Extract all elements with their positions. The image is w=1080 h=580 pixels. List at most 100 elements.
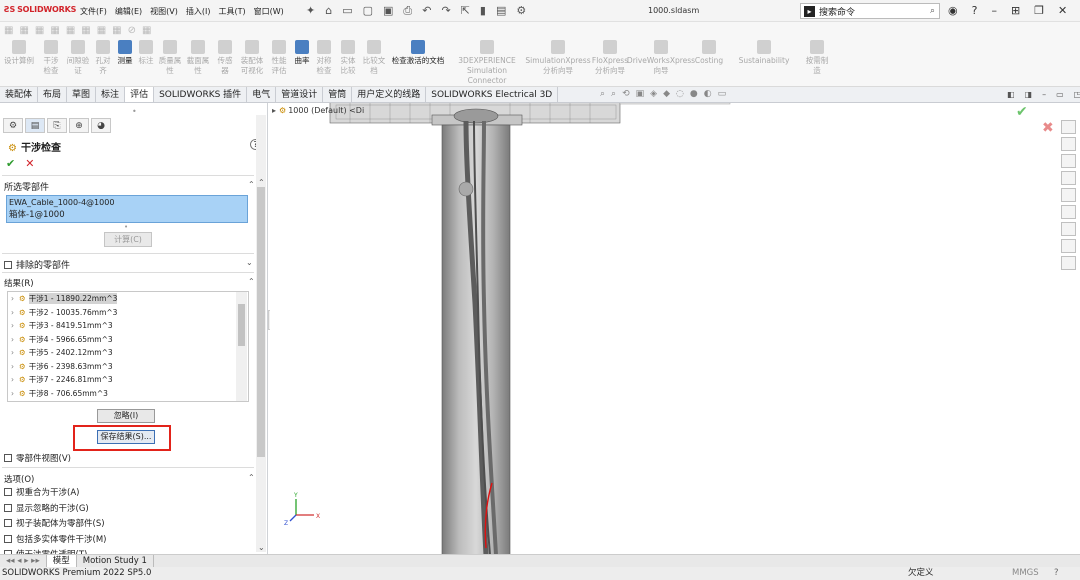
expand-arrow-icon[interactable]: › [11, 335, 19, 344]
command-tab[interactable]: 装配体 [0, 87, 39, 102]
ribbon-button[interactable]: 质量属性 [156, 40, 184, 86]
view-palette-icon[interactable] [1061, 171, 1076, 185]
ok-check-icon[interactable]: ✔ [6, 157, 15, 170]
display-manager-tab-icon[interactable]: ◕ [91, 118, 111, 133]
scroll-down-icon[interactable]: ⌄ [258, 543, 265, 552]
menu-item[interactable]: 文件(F) [80, 6, 107, 17]
option-row[interactable]: 视重合为干涉(A) [4, 486, 106, 502]
command-tab[interactable]: 管道设计 [276, 87, 324, 102]
ribbon-button[interactable]: Costing [692, 40, 726, 86]
save-icon[interactable]: ▣ [383, 4, 393, 18]
option-row[interactable]: 显示忽略的干涉(G) [4, 502, 106, 518]
user-icon[interactable]: ◉ [948, 4, 958, 17]
option-row[interactable]: 视子装配体为零部件(S) [4, 517, 106, 533]
ribbon-button[interactable]: 按需制造 [802, 40, 832, 86]
ribbon-button[interactable]: 对称检查 [312, 40, 336, 86]
restore-icon[interactable]: ❐ [1034, 4, 1044, 17]
expand-arrow-icon[interactable]: › [11, 362, 19, 371]
command-tab[interactable]: 布局 [38, 87, 68, 102]
ribbon-button[interactable]: 曲率 [292, 40, 312, 86]
minimize-icon[interactable]: – [991, 4, 997, 17]
ribbon-button[interactable]: FloXpress 分析向导 [590, 40, 630, 86]
command-tab[interactable]: 标注 [96, 87, 126, 102]
collapse-chevron-icon[interactable]: ⌃ [248, 473, 255, 482]
previous-view-icon[interactable]: ⟲ [622, 89, 630, 99]
ribbon-button[interactable]: DriveWorksXpress 向导 [627, 40, 695, 86]
menu-item[interactable]: 插入(I) [186, 6, 211, 17]
collapse-chevron-icon[interactable]: ⌃ [248, 180, 255, 189]
file-explorer-icon[interactable] [1061, 154, 1076, 168]
command-tab[interactable]: 用户定义的线路 [352, 87, 427, 102]
scroll-up-icon[interactable]: ⌃ [258, 178, 265, 187]
selected-item[interactable]: EWA_Cable_1000-4@1000 [9, 197, 245, 209]
panel-grip-icon[interactable]: • [132, 107, 137, 116]
result-item[interactable]: › ⚙ 干涉5 - 2402.12mm^3 [8, 346, 248, 360]
ribbon-button[interactable]: 3DEXPERIENCE Simulation Connector [448, 40, 526, 86]
command-tab[interactable]: 评估 [125, 87, 155, 102]
menu-item[interactable]: 工具(T) [218, 6, 245, 17]
viewport-restore-icon[interactable]: ▭ [1056, 90, 1064, 99]
ribbon-button[interactable]: 性能评估 [266, 40, 292, 86]
results-scrollbar[interactable] [236, 292, 247, 401]
result-item[interactable]: › ⚙ 干涉8 - 706.65mm^3 [8, 387, 248, 401]
command-tab[interactable]: SOLIDWORKS 插件 [154, 87, 248, 102]
calculate-button[interactable]: 计算(C) [104, 232, 152, 247]
ribbon-button[interactable]: 截面属性 [184, 40, 212, 86]
home-icon[interactable]: ⌂ [325, 4, 332, 18]
new-icon[interactable]: ▭ [342, 4, 352, 18]
command-tab[interactable]: SOLIDWORKS Electrical 3D [426, 87, 559, 102]
ribbon-button[interactable]: 装配体可视化 [238, 40, 266, 86]
confirm-ok-icon[interactable]: ✔ [1016, 104, 1028, 120]
result-item[interactable]: › ⚙ 干涉2 - 10035.76mm^3 [8, 306, 248, 320]
ribbon-button[interactable]: 干涉检查 [38, 40, 64, 86]
ribbon-button[interactable]: 实体比较 [336, 40, 360, 86]
hide-show-icon[interactable]: ◌ [676, 89, 684, 99]
options-gear-icon[interactable]: ⚙ [516, 4, 526, 18]
expand-arrow-icon[interactable]: › [11, 308, 19, 317]
electrical-icon[interactable] [1061, 256, 1076, 270]
zoom-area-icon[interactable]: ⌕ [611, 89, 616, 99]
app-logo[interactable]: ƧS SOLIDWORKS [4, 5, 76, 14]
result-item[interactable]: › ⚙ 干涉4 - 5966.65mm^3 [8, 333, 248, 347]
select-icon[interactable]: ⇱ [461, 4, 470, 18]
menu-item[interactable]: 编辑(E) [115, 6, 142, 17]
command-tab[interactable]: 电气 [247, 87, 277, 102]
viewport-close-icon[interactable]: ◳ [1074, 90, 1080, 99]
tree-expand-icon[interactable]: ▸ [272, 106, 276, 115]
confirm-cancel-icon[interactable]: ✖ [1042, 120, 1054, 136]
ribbon-button[interactable]: 比较文档 [360, 40, 388, 86]
redo-icon[interactable]: ↷ [441, 4, 450, 18]
expand-arrow-icon[interactable]: › [11, 294, 19, 303]
search-commands-input[interactable]: ▸ 搜索命令 ⌕ [800, 3, 940, 19]
viewport-tile-icon[interactable]: ◨ [1025, 90, 1033, 99]
cancel-x-icon[interactable]: ✕ [25, 157, 34, 170]
status-help-icon[interactable]: ? [1054, 567, 1059, 580]
feature-manager-tab-icon[interactable]: ⚙ [3, 118, 23, 133]
3d-content-icon[interactable] [1061, 222, 1076, 236]
design-library-icon[interactable] [1061, 137, 1076, 151]
section-view-icon[interactable]: ▣ [636, 89, 645, 99]
scrollbar-thumb[interactable] [238, 304, 245, 346]
selected-item[interactable]: 箱体-1@1000 [9, 209, 245, 221]
result-item[interactable]: › ⚙ 干涉3 - 8419.51mm^3 [8, 319, 248, 333]
expand-chevron-icon[interactable]: ⌄ [246, 258, 253, 267]
sw-resources-icon[interactable] [1061, 120, 1076, 134]
scene-icon[interactable]: ◐ [704, 89, 712, 99]
tab-model[interactable]: 模型 [46, 555, 77, 567]
excluded-checkbox[interactable] [4, 261, 12, 269]
menu-item[interactable]: 视图(V) [150, 6, 178, 17]
ribbon-button[interactable]: 设计算例 [0, 40, 38, 86]
graphics-viewport[interactable]: Y X Z [270, 103, 1080, 554]
ribbon-button[interactable]: 传感器 [212, 40, 238, 86]
viewport-minimize-icon[interactable]: – [1042, 90, 1046, 99]
forum-icon[interactable] [1061, 239, 1076, 253]
undo-icon[interactable]: ↶ [422, 4, 431, 18]
search-icon[interactable]: ⌕ [930, 6, 935, 16]
component-view-checkbox[interactable] [4, 454, 12, 462]
ribbon-button[interactable]: Sustainability [726, 40, 802, 86]
tile-icon[interactable]: ⊞ [1011, 4, 1020, 17]
ribbon-button[interactable]: SimulationXpress 分析向导 [525, 40, 591, 86]
result-item[interactable]: › ⚙ 干涉1 - 11890.22mm^3 [8, 292, 248, 306]
scrollbar-thumb[interactable] [257, 187, 265, 457]
property-manager-tab-icon[interactable]: ▤ [25, 118, 45, 133]
